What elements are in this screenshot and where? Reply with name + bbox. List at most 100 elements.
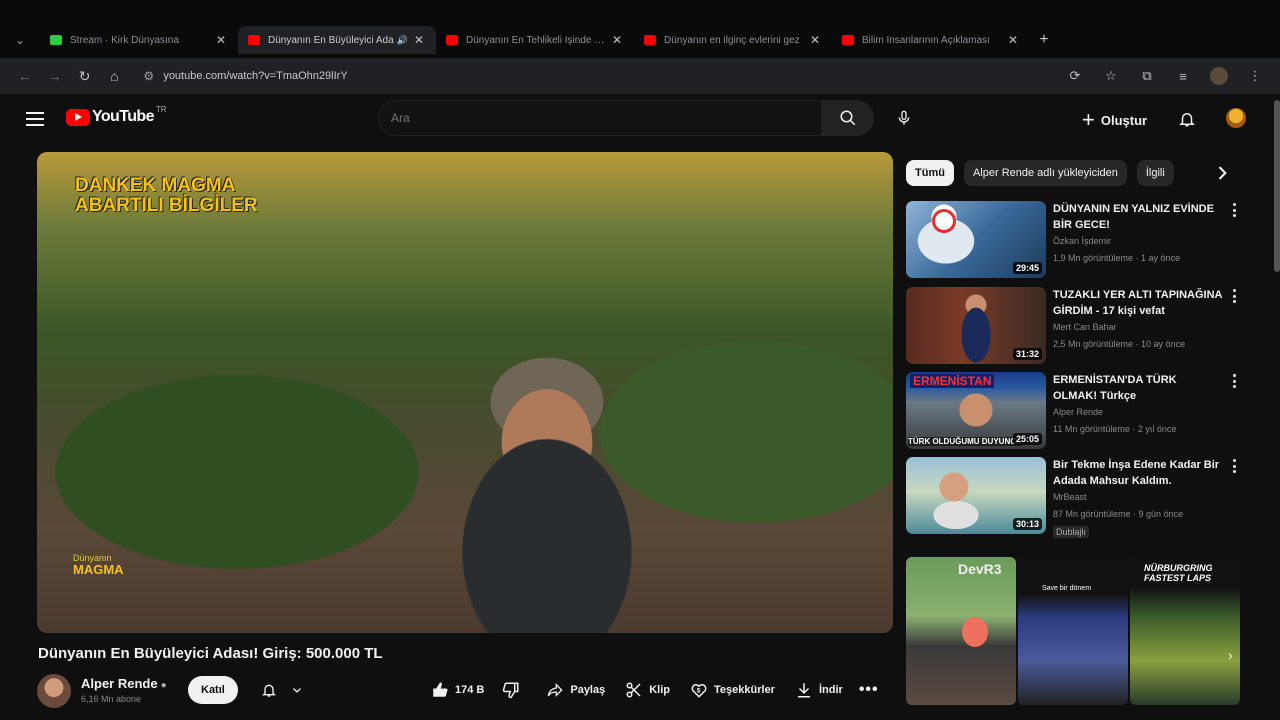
tab-audio-icon[interactable]: 🔊 [397, 35, 408, 46]
chevron-right-icon [1218, 166, 1227, 180]
page-scrollbar[interactable] [1274, 100, 1280, 272]
overlay-line-1: DANKEK MAGMA [75, 175, 236, 196]
thanks-button[interactable]: $ Teşekkürler [680, 676, 785, 704]
tab-close-icon[interactable]: ✕ [808, 33, 822, 47]
tab-close-icon[interactable]: ✕ [214, 33, 228, 47]
address-bar[interactable]: ⚙ youtube.com/watch?v=TmaOhn29lIrY [135, 62, 1060, 90]
chips-next-button[interactable] [1212, 163, 1232, 183]
tab-search-chevron-icon[interactable]: ⌄ [0, 26, 40, 54]
browser-tab[interactable]: Dünyanın En Tehlikeli İşinde Bir Gün ✕ [436, 26, 634, 54]
browser-tab[interactable]: Bilim İnsanlarının Açıklaması ✕ [832, 26, 1030, 54]
channel-name-link[interactable]: Alper Rende ● [81, 676, 167, 691]
install-app-icon[interactable]: ⟳ [1060, 62, 1090, 90]
join-button[interactable]: Katıl [188, 676, 238, 704]
extensions-icon[interactable]: ⧉ [1132, 62, 1162, 90]
back-arrow-icon[interactable]: ← [10, 62, 40, 90]
recommendation-item[interactable]: 29:45 DÜNYANIN EN YALNIZ EVİNDE BİR GECE… [906, 201, 1246, 279]
toolbar-actions: ⟳ ☆ ⧉ ≡ ⋮ [1060, 62, 1270, 90]
tab-favicon-icon [50, 35, 62, 45]
notifications-button[interactable] [1174, 106, 1200, 132]
more-vertical-icon[interactable] [1233, 459, 1237, 473]
browser-toolbar: ← → ↻ ⌂ ⚙ youtube.com/watch?v=TmaOhn29lI… [0, 58, 1280, 94]
browser-tab-active[interactable]: Dünyanın En Büyüleyici Ada 🔊 ✕ [238, 26, 436, 54]
video-overlay-title: DANKEK MAGMA ABARTILI BİLGİLER [75, 176, 258, 216]
tab-close-icon[interactable]: ✕ [610, 33, 624, 47]
new-tab-plus-icon[interactable]: + [1030, 31, 1058, 49]
more-vertical-icon[interactable] [1233, 203, 1237, 217]
recommendation-item[interactable]: 31:32 TUZAKLI YER ALTI TAPINAĞINA GİRDİM… [906, 287, 1246, 365]
overlay-line-2: ABARTILI BİLGİLER [75, 195, 258, 216]
video-owner-row: Alper Rende ● 6,16 Mn abone Katıl 174 B P… [37, 672, 897, 712]
subscription-bell-button[interactable] [251, 676, 309, 704]
tab-strip: ⌄ Stream · Kirk Dünyasına ✕ Dünyanın En … [0, 26, 1280, 54]
logo-country-code: TR [155, 104, 167, 114]
more-vertical-icon[interactable] [1233, 289, 1237, 303]
logo-wordmark: YouTube [92, 108, 154, 125]
voice-search-button[interactable] [888, 102, 920, 134]
search-input[interactable]: Ara [378, 100, 822, 136]
chip-all[interactable]: Tümü [906, 160, 954, 186]
more-vertical-icon[interactable] [1233, 374, 1237, 388]
microphone-icon [898, 110, 910, 125]
tab-close-icon[interactable]: ✕ [412, 33, 426, 47]
download-label: İndir [818, 684, 843, 696]
browser-menu-icon[interactable]: ⋮ [1240, 62, 1270, 90]
shelf-thumbnail[interactable]: DevR3 [906, 557, 1016, 705]
recommendation-meta: 2,5 Mn görüntüleme · 10 ay önce [1053, 339, 1186, 349]
tab-close-icon[interactable]: ✕ [1006, 33, 1020, 47]
shelf-thumbnail[interactable]: Save bir dönem [1018, 557, 1128, 705]
shelf-thumbnail[interactable]: NÜRBURGRING FASTEST LAPS [1130, 557, 1240, 705]
site-info-icon[interactable]: ⚙ [143, 69, 163, 83]
recommendation-item[interactable]: ERMENİSTAN TÜRK OLDUĞUMU DUYUNCA 25:05 E… [906, 372, 1246, 450]
account-avatar[interactable] [1226, 108, 1246, 128]
browser-tab[interactable]: Dünyanın en ilginç evlerini gez ✕ [634, 26, 832, 54]
video-thumbnail[interactable]: 30:13 [906, 457, 1046, 534]
recommendation-title: TUZAKLI YER ALTI TAPINAĞINA GİRDİM - 17 … [1053, 289, 1223, 317]
tab-title: Stream · Kirk Dünyasına [70, 34, 179, 46]
search-button[interactable] [822, 100, 874, 136]
browser-tab[interactable]: Stream · Kirk Dünyasına ✕ [40, 26, 238, 54]
download-icon [797, 683, 810, 698]
menu-hamburger-icon[interactable] [26, 112, 44, 126]
clip-button[interactable]: Klip [615, 676, 680, 704]
recommendation-chips: Tümü Alper Rende adlı yükleyiciden İlgil… [906, 159, 1236, 187]
create-button[interactable]: + Oluştur [1082, 106, 1147, 134]
dubbed-badge: Dublajlı [1053, 526, 1090, 538]
chip-related[interactable]: İlgili [1136, 160, 1174, 186]
bookmark-star-icon[interactable]: ☆ [1096, 62, 1126, 90]
share-icon [548, 683, 563, 697]
video-thumbnail[interactable]: ERMENİSTAN TÜRK OLDUĞUMU DUYUNCA 25:05 [906, 372, 1046, 449]
video-duration: 29:45 [1012, 262, 1042, 274]
video-thumbnail[interactable]: 31:32 [906, 287, 1046, 364]
plus-icon: + [1082, 107, 1095, 132]
more-actions-button[interactable]: ••• [853, 676, 885, 704]
dislike-button[interactable] [488, 676, 536, 704]
share-button[interactable]: Paylaş [536, 676, 615, 704]
home-icon[interactable]: ⌂ [99, 62, 129, 90]
scissors-icon [626, 682, 641, 698]
thumbnail-banner-text: ERMENİSTAN [910, 374, 995, 388]
video-player[interactable]: DANKEK MAGMA ABARTILI BİLGİLER Dünyanın … [37, 152, 893, 633]
media-control-icon[interactable]: ≡ [1168, 62, 1198, 90]
shelf-label-c: NÜRBURGRING FASTEST LAPS [1144, 563, 1213, 583]
clip-label: Klip [649, 684, 671, 696]
thanks-label: Teşekkürler [714, 684, 775, 696]
video-duration: 25:05 [1012, 433, 1042, 445]
video-actions: 174 B Paylaş Klip $ Teşekkürler İndir ••… [421, 676, 885, 704]
forward-arrow-icon[interactable]: → [40, 62, 70, 90]
bell-icon [1179, 113, 1195, 127]
video-thumbnail[interactable]: 29:45 [906, 201, 1046, 278]
like-button[interactable]: 174 B [421, 676, 488, 704]
recommendation-item[interactable]: 30:13 Bir Tekme İnşa Edene Kadar Bir Ada… [906, 457, 1246, 538]
profile-avatar-icon[interactable] [1204, 62, 1234, 90]
browser-tab-bar: ⌄ Stream · Kirk Dünyasına ✕ Dünyanın En … [0, 0, 1280, 58]
download-button[interactable]: İndir [785, 676, 853, 704]
chip-from-uploader[interactable]: Alper Rende adlı yükleyiciden [963, 160, 1127, 186]
youtube-logo[interactable]: YouTube TR [66, 104, 167, 126]
create-label: Oluştur [1100, 112, 1148, 128]
recommendation-meta: 11 Mn görüntüleme · 2 yıl önce [1053, 424, 1177, 434]
youtube-header: YouTube TR Ara + Oluştur [0, 98, 1280, 142]
chevron-right-icon[interactable]: › [1228, 647, 1246, 665]
channel-avatar[interactable] [37, 674, 71, 708]
reload-icon[interactable]: ↻ [70, 62, 100, 90]
